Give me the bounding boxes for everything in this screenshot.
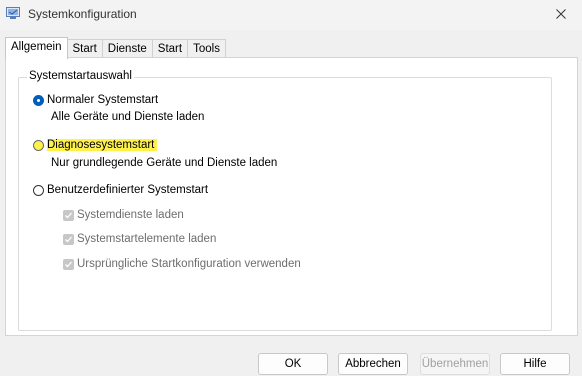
checkmark-icon xyxy=(65,212,72,218)
system-configuration-icon xyxy=(6,7,20,19)
radio-button-unselected[interactable] xyxy=(33,184,44,196)
radio-custom-startup[interactable]: Benutzerdefinierter Systemstart xyxy=(33,184,208,196)
tab-allgemein[interactable]: Allgemein xyxy=(5,37,68,59)
radio-label-diagnostic: Diagnosesystemstart xyxy=(47,139,158,151)
close-button[interactable] xyxy=(546,2,576,28)
tab-strip: Allgemein Start Dienste Start Tools xyxy=(5,37,226,59)
radio-normal-startup[interactable]: Normaler Systemstart xyxy=(33,94,158,106)
startup-selection-group: Systemstartauswahl Normaler Systemstart … xyxy=(18,70,552,331)
checkbox-label-system-services: Systemdienste laden xyxy=(77,209,184,221)
checkbox-checked-disabled[interactable] xyxy=(63,209,74,221)
ok-button[interactable]: OK xyxy=(258,353,328,375)
checkbox-checked-disabled[interactable] xyxy=(63,233,74,245)
system-configuration-window: Systemkonfiguration Allgemein Start Dien… xyxy=(0,0,582,376)
tab-dienste[interactable]: Dienste xyxy=(101,39,153,58)
group-legend: Systemstartauswahl xyxy=(27,70,134,82)
tab-tools[interactable]: Tools xyxy=(187,39,226,58)
tab-start[interactable]: Start xyxy=(66,39,103,58)
checkbox-label-original-boot-config: Ursprüngliche Startkonfiguration verwend… xyxy=(77,258,301,270)
checkbox-original-boot-config[interactable]: Ursprüngliche Startkonfiguration verwend… xyxy=(63,258,301,270)
title-bar[interactable]: Systemkonfiguration xyxy=(0,0,582,30)
cancel-button[interactable]: Abbrechen xyxy=(338,353,408,375)
help-button[interactable]: Hilfe xyxy=(500,353,570,375)
checkmark-icon xyxy=(65,236,72,242)
apply-button[interactable]: Übernehmen xyxy=(420,353,490,375)
tab-start-2[interactable]: Start xyxy=(151,39,189,58)
close-icon xyxy=(556,8,566,22)
radio-label-normal: Normaler Systemstart xyxy=(47,94,159,106)
window-title: Systemkonfiguration xyxy=(28,7,137,21)
description-diagnostic: Nur grundlegende Geräte und Dienste lade… xyxy=(51,157,278,169)
tab-panel-allgemein: Systemstartauswahl Normaler Systemstart … xyxy=(5,57,578,336)
radio-label-custom: Benutzerdefinierter Systemstart xyxy=(47,184,209,196)
radio-diagnostic-startup[interactable]: Diagnosesystemstart xyxy=(33,139,158,151)
description-normal: Alle Geräte und Dienste laden xyxy=(51,111,205,123)
checkbox-label-startup-items: Systemstartelemente laden xyxy=(77,233,217,245)
checkbox-checked-disabled[interactable] xyxy=(63,258,74,270)
checkbox-startup-items[interactable]: Systemstartelemente laden xyxy=(63,233,216,245)
checkmark-icon xyxy=(65,261,72,267)
radio-button-unselected[interactable] xyxy=(33,139,44,151)
checkbox-system-services[interactable]: Systemdienste laden xyxy=(63,209,184,221)
radio-button-selected[interactable] xyxy=(33,94,44,106)
